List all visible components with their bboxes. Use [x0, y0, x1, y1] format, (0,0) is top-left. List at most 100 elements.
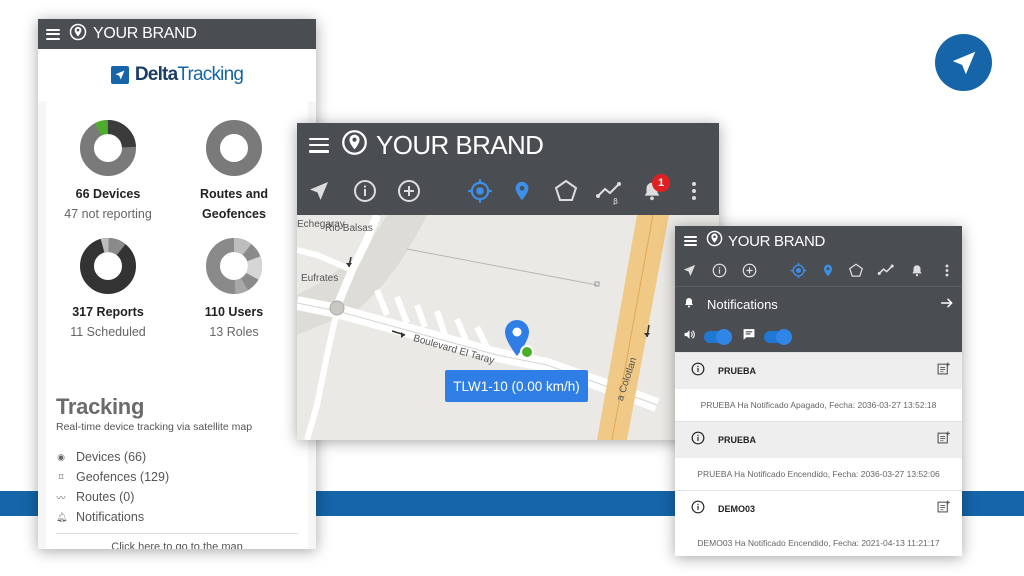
gps-target-icon[interactable]: [790, 262, 807, 279]
list-item-label: Devices (66): [76, 450, 147, 464]
menu-icon[interactable]: [309, 137, 329, 153]
stat-reports[interactable]: 317 Reports 11 Scheduled: [48, 237, 168, 342]
map-toolbar: β 1: [297, 167, 719, 215]
polygon-icon[interactable]: [848, 263, 864, 278]
map-toolbar: [675, 256, 962, 286]
notification-body: PRUEBA Ha Notificado Apagado, Fecha: 203…: [700, 400, 937, 410]
notification-badge: 1: [652, 174, 670, 192]
more-icon[interactable]: [691, 181, 697, 201]
logo-text-1: Delta: [134, 64, 178, 85]
polygon-icon[interactable]: [553, 179, 579, 203]
stat-title: Routes and: [199, 187, 269, 201]
notification-item-header[interactable]: DEMO03: [675, 490, 962, 527]
top-bar: YOUR BRAND: [38, 19, 316, 49]
navigation-icon[interactable]: [307, 179, 331, 203]
tracking-card: Tracking Real-time device tracking via s…: [46, 385, 308, 549]
menu-icon[interactable]: [46, 28, 60, 40]
tracking-item-routes[interactable]: 〰 Routes (0): [56, 487, 298, 507]
notification-body: DEMO03 Ha Notificado Encendido, Fecha: 2…: [697, 538, 940, 548]
bell-icon[interactable]: [910, 263, 924, 278]
notifications-title: Notifications: [707, 297, 778, 312]
navigation-logo-icon: [935, 34, 992, 91]
tracking-item-notifications[interactable]: 🔔︎ Notifications: [56, 507, 298, 527]
map-view[interactable]: Rio Balsas Echegaray Eufrates Boulevard …: [297, 215, 719, 440]
notifications-panel: YOUR BRAND Notifications PRUEBA PRUEBA H…: [675, 226, 962, 556]
notifications-header: Notifications: [675, 286, 962, 322]
polygon-icon: ⌑: [58, 471, 64, 482]
arrow-right-icon[interactable]: [940, 296, 954, 314]
info-icon: [691, 431, 705, 450]
deltatracking-logo: DeltaTracking: [38, 49, 316, 101]
brand-name: YOUR BRAND: [93, 25, 197, 42]
stat-title: 110 Users: [204, 305, 264, 319]
stat-subtitle: 13 Roles: [209, 325, 259, 339]
map-panel: YOUR BRAND β 1 Rio Balsas Echegaray Eufr…: [297, 123, 719, 440]
tracking-title: Tracking: [56, 394, 145, 419]
notification-title: DEMO03: [718, 504, 756, 514]
brand-name: YOUR BRAND: [376, 129, 544, 160]
info-icon: [691, 362, 705, 381]
stat-users[interactable]: 110 Users 13 Roles: [174, 237, 294, 342]
navigation-icon: [110, 66, 129, 84]
info-icon[interactable]: [712, 263, 727, 278]
tracking-item-geofences[interactable]: ⌑ Geofences (129): [56, 467, 298, 487]
location-icon: [341, 129, 368, 161]
add-note-icon[interactable]: [937, 500, 950, 518]
tracking-item-devices[interactable]: ◉ Devices (66): [56, 447, 298, 467]
sound-toggle[interactable]: [704, 329, 732, 345]
gps-target-icon[interactable]: [467, 178, 493, 204]
list-item-label: Notifications: [76, 510, 145, 524]
add-icon[interactable]: [397, 179, 421, 203]
info-icon: [691, 500, 705, 519]
dashboard-panel: YOUR BRAND DeltaTracking 66 Devices 47 n…: [38, 19, 316, 549]
bell-icon: 🔔︎: [56, 511, 68, 522]
device-label-tooltip[interactable]: TLW1-10 (0.00 km/h): [445, 370, 588, 402]
stat-subtitle: 11 Scheduled: [70, 325, 146, 339]
devices-donut-chart: [80, 120, 136, 176]
list-item-label: Routes (0): [76, 490, 135, 504]
notification-item-header[interactable]: PRUEBA: [675, 421, 962, 458]
list-item-label: Geofences (129): [76, 470, 170, 484]
logo-text-2: Tracking: [177, 64, 244, 85]
navigation-icon[interactable]: [682, 263, 697, 278]
notification-title: PRUEBA: [718, 435, 757, 445]
notification-title: PRUEBA: [718, 366, 757, 376]
menu-icon[interactable]: [684, 236, 697, 246]
notification-item-header[interactable]: PRUEBA: [675, 352, 962, 389]
beta-label: β: [613, 197, 618, 205]
stat-devices[interactable]: 66 Devices 47 not reporting: [48, 119, 168, 224]
route-icon: 〰: [56, 492, 66, 503]
location-icon: [69, 23, 87, 46]
more-icon[interactable]: [945, 264, 949, 277]
stats-grid: 66 Devices 47 not reporting Routes and G…: [46, 101, 308, 391]
add-note-icon[interactable]: [937, 362, 950, 380]
tracking-list: ◉ Devices (66) ⌑ Geofences (129) 〰 Routes (…: [56, 447, 298, 527]
bell-icon: [683, 296, 695, 314]
speaker-icon: [683, 328, 696, 346]
reports-donut-chart: [80, 238, 136, 294]
add-note-icon[interactable]: [937, 431, 950, 449]
map-pin-icon[interactable]: [821, 262, 835, 279]
stat-subtitle: 47 not reporting: [64, 207, 152, 221]
notification-list: PRUEBA PRUEBA Ha Notificado Apagado, Fec…: [675, 352, 962, 556]
map-pin-icon[interactable]: [511, 178, 533, 204]
routes-donut-chart: [206, 120, 262, 176]
route-icon[interactable]: β: [595, 179, 623, 205]
stat-title: 317 Reports: [72, 305, 144, 319]
notification-body: PRUEBA Ha Notificado Encendido, Fecha: 2…: [697, 469, 940, 479]
street-label: Echegaray: [297, 219, 345, 230]
stat-title: 66 Devices: [75, 187, 141, 201]
info-icon[interactable]: [353, 179, 377, 203]
route-icon[interactable]: [877, 263, 895, 279]
message-icon: [742, 328, 756, 346]
add-icon[interactable]: [742, 263, 757, 278]
go-to-map-link[interactable]: Click here to go to the map: [56, 533, 298, 549]
stat-title-line2: Geofences: [202, 207, 266, 221]
stat-routes-geofences[interactable]: Routes and Geofences: [174, 119, 294, 224]
popup-toggle[interactable]: [764, 329, 792, 345]
notification-toggles: [675, 322, 962, 352]
brand-name: YOUR BRAND: [728, 232, 826, 250]
tracking-subtitle: Real-time device tracking via satellite …: [56, 421, 253, 433]
top-bar: YOUR BRAND: [675, 226, 962, 256]
device-status-dot: [520, 345, 534, 359]
